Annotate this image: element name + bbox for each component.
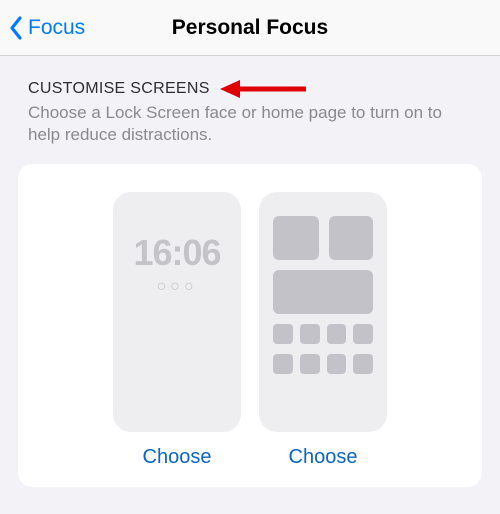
customise-screens-card: 16:06 ○○○ Choose [18,164,482,487]
app-icon [353,354,373,374]
app-icon [327,324,347,344]
app-icon [300,354,320,374]
previews-row: 16:06 ○○○ Choose [36,192,464,469]
lock-dots-icon: ○○○ [113,278,241,296]
widget-icon [329,216,373,260]
home-grid-icon [273,216,373,374]
page-title: Personal Focus [172,16,328,40]
nav-bar: Focus Personal Focus [0,0,500,56]
app-icon [300,324,320,344]
lock-screen-preview[interactable]: 16:06 ○○○ [113,192,241,432]
app-icon [273,354,293,374]
chevron-left-icon [8,14,26,42]
section-title: CUSTOMISE SCREENS [28,80,472,98]
widget-icon [273,216,319,260]
choose-home-screen-button[interactable]: Choose [259,446,387,469]
home-screen-preview[interactable] [259,192,387,432]
lock-time-label: 16:06 [113,232,241,274]
back-label: Focus [28,16,85,40]
home-screen-column: Choose [259,192,387,469]
choose-lock-screen-button[interactable]: Choose [113,446,241,469]
section-description: Choose a Lock Screen face or home page t… [28,102,472,146]
widget-icon [273,270,373,314]
app-icon [353,324,373,344]
app-icon [273,324,293,344]
section-header: CUSTOMISE SCREENS Choose a Lock Screen f… [0,56,500,156]
lock-screen-column: 16:06 ○○○ Choose [113,192,241,469]
app-icon [327,354,347,374]
back-button[interactable]: Focus [8,14,85,42]
